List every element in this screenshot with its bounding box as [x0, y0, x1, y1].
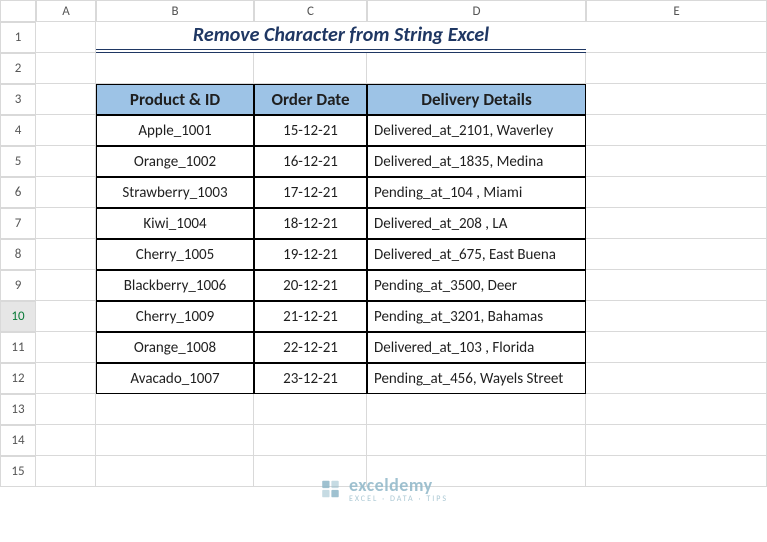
cell-a13[interactable]	[36, 394, 96, 425]
cell-a2[interactable]	[36, 53, 96, 84]
cell-e2[interactable]	[586, 53, 767, 84]
cell-product-3[interactable]: Kiwi_1004	[96, 208, 254, 239]
cell-a7[interactable]	[36, 208, 96, 239]
spreadsheet-grid: ABCDE 1 Remove Character from String Excel…	[0, 0, 767, 487]
cell-a10[interactable]	[36, 301, 96, 332]
cell-delivery-0[interactable]: Delivered_at_2101, Waverley	[367, 115, 586, 146]
cell-order-7[interactable]: 22-12-21	[254, 332, 367, 363]
cell-c13[interactable]	[254, 394, 367, 425]
cell-product-1[interactable]: Orange_1002	[96, 146, 254, 177]
cell-e14[interactable]	[586, 425, 767, 456]
cell-product-5[interactable]: Blackberry_1006	[96, 270, 254, 301]
row-header-15[interactable]: 15	[0, 456, 36, 487]
cell-delivery-5[interactable]: Pending_at_3500, Deer	[367, 270, 586, 301]
cell-e13[interactable]	[586, 394, 767, 425]
cell-product-6[interactable]: Cherry_1009	[96, 301, 254, 332]
cell-c15[interactable]	[254, 456, 367, 487]
cell-a3[interactable]	[36, 84, 96, 115]
cell-a15[interactable]	[36, 456, 96, 487]
cell-delivery-8[interactable]: Pending_at_456, Wayels Street	[367, 363, 586, 394]
cell-a5[interactable]	[36, 146, 96, 177]
row-header-3[interactable]: 3	[0, 84, 36, 115]
cell-product-0[interactable]: Apple_1001	[96, 115, 254, 146]
header-order[interactable]: Order Date	[254, 84, 367, 115]
cell-delivery-1[interactable]: Delivered_at_1835, Medina	[367, 146, 586, 177]
cell-order-6[interactable]: 21-12-21	[254, 301, 367, 332]
column-header-b[interactable]: B	[96, 0, 254, 22]
row-header-14[interactable]: 14	[0, 425, 36, 456]
cell-product-4[interactable]: Cherry_1005	[96, 239, 254, 270]
cell-e9[interactable]	[586, 270, 767, 301]
row-header-12[interactable]: 12	[0, 363, 36, 394]
cell-a11[interactable]	[36, 332, 96, 363]
cell-product-2[interactable]: Strawberry_1003	[96, 177, 254, 208]
row-header-2[interactable]: 2	[0, 53, 36, 84]
cell-a12[interactable]	[36, 363, 96, 394]
cell-order-4[interactable]: 19-12-21	[254, 239, 367, 270]
cell-delivery-3[interactable]: Delivered_at_208 , LA	[367, 208, 586, 239]
cell-e4[interactable]	[586, 115, 767, 146]
cell-order-8[interactable]: 23-12-21	[254, 363, 367, 394]
cell-e15[interactable]	[586, 456, 767, 487]
select-all-corner[interactable]	[0, 0, 36, 22]
cell-d15[interactable]	[367, 456, 586, 487]
row-header-7[interactable]: 7	[0, 208, 36, 239]
header-delivery[interactable]: Delivery Details	[367, 84, 586, 115]
cell-order-1[interactable]: 16-12-21	[254, 146, 367, 177]
row-header-8[interactable]: 8	[0, 239, 36, 270]
cell-d14[interactable]	[367, 425, 586, 456]
cell-a14[interactable]	[36, 425, 96, 456]
cell-a9[interactable]	[36, 270, 96, 301]
cell-e5[interactable]	[586, 146, 767, 177]
cell-b13[interactable]	[96, 394, 254, 425]
cell-e8[interactable]	[586, 239, 767, 270]
cell-b14[interactable]	[96, 425, 254, 456]
cell-e1[interactable]	[586, 22, 767, 53]
row-header-9[interactable]: 9	[0, 270, 36, 301]
column-header-d[interactable]: D	[367, 0, 586, 22]
cell-delivery-6[interactable]: Pending_at_3201, Bahamas	[367, 301, 586, 332]
cell-b15[interactable]	[96, 456, 254, 487]
row-header-6[interactable]: 6	[0, 177, 36, 208]
cell-a8[interactable]	[36, 239, 96, 270]
cell-order-5[interactable]: 20-12-21	[254, 270, 367, 301]
cell-a4[interactable]	[36, 115, 96, 146]
cell-e11[interactable]	[586, 332, 767, 363]
cell-a1[interactable]	[36, 22, 96, 53]
row-header-1[interactable]: 1	[0, 22, 36, 53]
row-header-4[interactable]: 4	[0, 115, 36, 146]
row-header-5[interactable]: 5	[0, 146, 36, 177]
cell-e6[interactable]	[586, 177, 767, 208]
page-title: Remove Character from String Excel	[96, 22, 586, 53]
column-header-c[interactable]: C	[254, 0, 367, 22]
cell-e7[interactable]	[586, 208, 767, 239]
cell-product-7[interactable]: Orange_1008	[96, 332, 254, 363]
cell-d13[interactable]	[367, 394, 586, 425]
cell-delivery-2[interactable]: Pending_at_104 , Miami	[367, 177, 586, 208]
column-header-a[interactable]: A	[36, 0, 96, 22]
column-header-e[interactable]: E	[586, 0, 767, 22]
cell-d2[interactable]	[367, 53, 586, 84]
cell-c2[interactable]	[254, 53, 367, 84]
cell-delivery-7[interactable]: Delivered_at_103 , Florida	[367, 332, 586, 363]
row-header-10[interactable]: 10	[0, 301, 36, 332]
cell-order-2[interactable]: 17-12-21	[254, 177, 367, 208]
row-header-13[interactable]: 13	[0, 394, 36, 425]
row-header-11[interactable]: 11	[0, 332, 36, 363]
cell-delivery-4[interactable]: Delivered_at_675, East Buena	[367, 239, 586, 270]
cell-e3[interactable]	[586, 84, 767, 115]
cell-order-3[interactable]: 18-12-21	[254, 208, 367, 239]
cell-product-8[interactable]: Avacado_1007	[96, 363, 254, 394]
cell-c14[interactable]	[254, 425, 367, 456]
cell-e10[interactable]	[586, 301, 767, 332]
cell-b2[interactable]	[96, 53, 254, 84]
cell-order-0[interactable]: 15-12-21	[254, 115, 367, 146]
cell-a6[interactable]	[36, 177, 96, 208]
header-product[interactable]: Product & ID	[96, 84, 254, 115]
cell-e12[interactable]	[586, 363, 767, 394]
